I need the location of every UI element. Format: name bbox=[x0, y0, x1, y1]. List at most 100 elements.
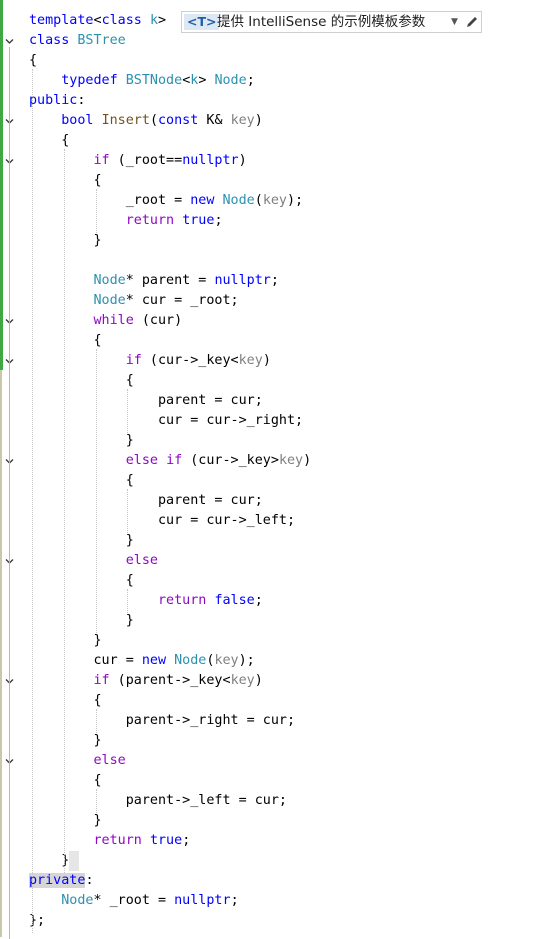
code-text: cur = cur->_right; bbox=[29, 411, 303, 431]
code-token: ) bbox=[238, 153, 247, 168]
code-token: else bbox=[125, 453, 158, 468]
code-line[interactable]: if (parent->_key<key) bbox=[0, 671, 554, 691]
code-token: } bbox=[29, 613, 134, 628]
indent-guide bbox=[95, 189, 97, 233]
code-line[interactable]: } bbox=[0, 231, 554, 251]
code-editor[interactable]: template<class k> class BSTree{ typedef B… bbox=[0, 11, 554, 931]
fold-range-line bbox=[9, 167, 10, 239]
code-line[interactable]: bool Insert(const K& key) bbox=[0, 111, 554, 131]
code-text: } bbox=[29, 611, 134, 631]
code-line[interactable]: } bbox=[0, 811, 554, 831]
fold-range-line bbox=[9, 687, 10, 739]
code-line[interactable]: { bbox=[0, 371, 554, 391]
code-token: cur = cur->_right; bbox=[29, 413, 304, 428]
indent-guide bbox=[95, 789, 97, 813]
code-token: if bbox=[125, 353, 142, 368]
code-line[interactable]: class BSTree bbox=[0, 31, 554, 51]
code-line[interactable]: { bbox=[0, 171, 554, 191]
indent-guide bbox=[127, 389, 129, 433]
code-line[interactable]: if (cur->_key<key) bbox=[0, 351, 554, 371]
code-line[interactable]: Node* parent = nullptr; bbox=[0, 271, 554, 291]
code-text: } bbox=[29, 811, 102, 831]
code-line[interactable] bbox=[0, 251, 554, 271]
code-line[interactable]: } bbox=[0, 431, 554, 451]
code-line[interactable]: cur = new Node(key); bbox=[0, 651, 554, 671]
code-token: ); bbox=[287, 193, 304, 208]
code-line[interactable]: { bbox=[0, 571, 554, 591]
indent-guide bbox=[63, 149, 65, 873]
code-line[interactable]: parent = cur; bbox=[0, 491, 554, 511]
code-token: nullptr bbox=[182, 153, 239, 168]
code-line[interactable]: { bbox=[0, 131, 554, 151]
code-token: } bbox=[29, 533, 134, 548]
code-line[interactable]: } bbox=[0, 731, 554, 751]
code-line[interactable]: } bbox=[0, 611, 554, 631]
edit-pencil-icon[interactable] bbox=[465, 15, 479, 33]
code-line[interactable]: parent->_right = cur; bbox=[0, 711, 554, 731]
code-token: Node bbox=[93, 293, 126, 308]
fold-toggle-icon[interactable] bbox=[5, 37, 14, 46]
code-token: } bbox=[29, 233, 102, 248]
code-line[interactable]: { bbox=[0, 771, 554, 791]
code-line[interactable]: public: bbox=[0, 91, 554, 111]
fold-range-line bbox=[9, 567, 10, 619]
code-line[interactable]: parent = cur; bbox=[0, 391, 554, 411]
code-token: cur = cur->_left; bbox=[29, 513, 296, 528]
code-line[interactable]: } bbox=[0, 631, 554, 651]
code-token: true bbox=[149, 833, 183, 848]
code-text: { bbox=[29, 771, 101, 791]
code-token: key bbox=[214, 653, 239, 668]
code-token: (_root== bbox=[109, 153, 183, 168]
code-line[interactable]: while (cur) bbox=[0, 311, 554, 331]
code-text: { bbox=[29, 171, 101, 191]
code-token: ; bbox=[270, 273, 279, 288]
code-line[interactable]: private: bbox=[0, 871, 554, 891]
code-line[interactable]: Node* cur = _root; bbox=[0, 291, 554, 311]
code-line[interactable]: return false; bbox=[0, 591, 554, 611]
code-line[interactable]: { bbox=[0, 691, 554, 711]
template-badge: <T> bbox=[184, 14, 220, 30]
code-token: public bbox=[29, 93, 78, 108]
code-line[interactable]: parent->_left = cur; bbox=[0, 791, 554, 811]
code-line[interactable]: else bbox=[0, 751, 554, 771]
template-intellisense-hint[interactable]: <T> 提供 IntelliSense 的示例模板参数 ▼ bbox=[181, 11, 482, 33]
code-line[interactable]: { bbox=[0, 471, 554, 491]
code-token: { bbox=[29, 333, 102, 348]
code-token: > bbox=[158, 13, 167, 28]
code-line[interactable]: Node* _root = nullptr; bbox=[0, 891, 554, 911]
code-token: } bbox=[29, 813, 102, 828]
code-text: } bbox=[29, 531, 134, 551]
code-text: return true; bbox=[29, 831, 191, 851]
indent-guide bbox=[127, 589, 129, 613]
code-line[interactable]: cur = cur->_left; bbox=[0, 511, 554, 531]
code-token: bool bbox=[61, 113, 94, 128]
code-line[interactable]: return true; bbox=[0, 831, 554, 851]
code-line[interactable]: } bbox=[0, 531, 554, 551]
code-line[interactable]: else bbox=[0, 551, 554, 571]
indent-guide bbox=[127, 489, 129, 533]
code-line[interactable]: _root = new Node(key); bbox=[0, 191, 554, 211]
code-line[interactable]: cur = cur->_right; bbox=[0, 411, 554, 431]
code-token: (parent->_key< bbox=[109, 673, 231, 688]
code-line[interactable]: { bbox=[0, 51, 554, 71]
code-line[interactable]: return true; bbox=[0, 211, 554, 231]
code-token: ) bbox=[254, 113, 263, 128]
code-token: & bbox=[214, 113, 231, 128]
fold-range-line bbox=[9, 467, 10, 539]
code-line[interactable]: typedef BSTNode<k> Node; bbox=[0, 71, 554, 91]
code-line[interactable]: } bbox=[0, 851, 554, 871]
dropdown-caret-icon[interactable]: ▼ bbox=[451, 13, 458, 32]
code-line[interactable]: { bbox=[0, 331, 554, 351]
code-line[interactable]: if (_root==nullptr) bbox=[0, 151, 554, 171]
code-line[interactable]: else if (cur->_key>key) bbox=[0, 451, 554, 471]
code-text: if (cur->_key<key) bbox=[29, 351, 271, 371]
code-line[interactable]: }; bbox=[0, 911, 554, 931]
code-token: : bbox=[77, 93, 86, 108]
